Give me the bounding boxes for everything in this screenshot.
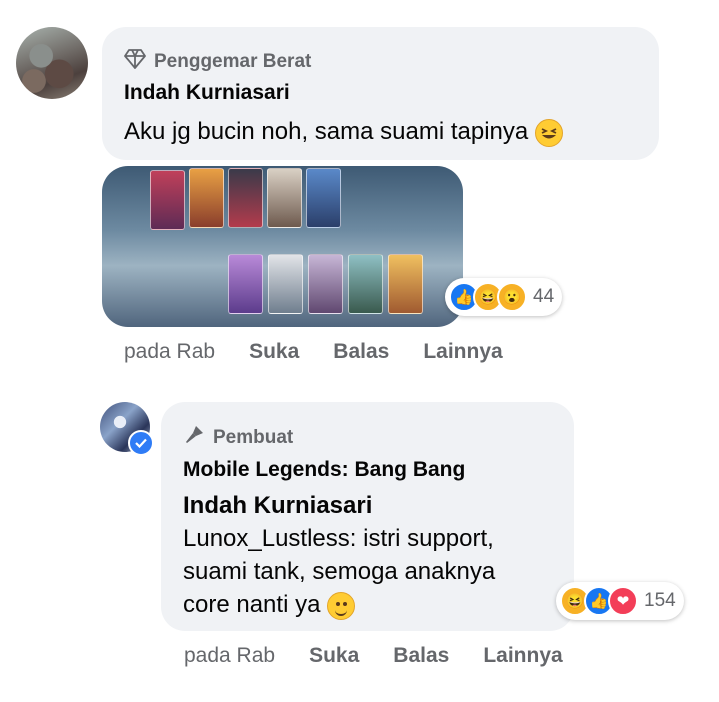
comment-actions: pada Rab Suka Balas Lainnya — [124, 340, 503, 364]
hero-card — [267, 168, 302, 228]
hero-card — [268, 254, 303, 314]
more-button[interactable]: Lainnya — [483, 644, 562, 668]
creator-badge[interactable]: Pembuat — [183, 424, 293, 452]
like-button[interactable]: Suka — [309, 644, 359, 668]
comment-actions: pada Rab Suka Balas Lainnya — [184, 644, 563, 668]
reaction-summary[interactable]: 😆 👍 ❤ 154 — [556, 582, 684, 620]
fan-badge[interactable]: Penggemar Berat — [124, 49, 311, 75]
hero-card — [189, 168, 224, 228]
hero-card — [228, 168, 263, 228]
badge-label: Pembuat — [213, 427, 294, 448]
comment-author[interactable]: Indah Kurniasari — [183, 492, 372, 520]
more-button[interactable]: Lainnya — [423, 340, 502, 364]
wow-icon: 😮 — [497, 282, 527, 312]
love-icon: ❤ — [608, 586, 638, 616]
comment-author[interactable]: Indah Kurniasari — [124, 81, 290, 105]
attached-game-screenshot[interactable] — [102, 166, 463, 327]
reply-bubble: Pembuat Mobile Legends: Bang Bang Indah … — [161, 402, 574, 631]
comment-text: Lunox_Lustless: istri support, suami tan… — [183, 522, 495, 621]
microphone-icon — [183, 424, 205, 452]
comment-time[interactable]: pada Rab — [124, 340, 215, 364]
hero-card — [308, 254, 343, 314]
reply-button[interactable]: Balas — [393, 644, 449, 668]
comment-line: Lunox_Lustless: istri support, — [183, 525, 494, 552]
hero-card — [348, 254, 383, 314]
hero-card — [388, 254, 423, 314]
comment-line-last: core nanti ya — [183, 588, 495, 621]
comment-bubble: Penggemar Berat Indah Kurniasari Aku jg … — [102, 27, 659, 160]
badge-label: Penggemar Berat — [154, 51, 312, 72]
reaction-count: 44 — [533, 286, 555, 307]
slightly-smiling-face-icon — [327, 591, 356, 620]
commenter-avatar[interactable] — [16, 27, 88, 99]
reaction-count: 154 — [644, 590, 676, 611]
comment-line: core nanti ya — [183, 591, 321, 618]
diamond-icon — [124, 49, 146, 75]
comment-time[interactable]: pada Rab — [184, 644, 275, 668]
comment-text: Aku jg bucin noh, sama suami tapinya — [124, 115, 563, 148]
comment-text-content: Aku jg bucin noh, sama suami tapinya — [124, 118, 529, 145]
comment-line: suami tank, semoga anaknya — [183, 558, 496, 585]
reply-button[interactable]: Balas — [333, 340, 389, 364]
hero-card — [150, 170, 185, 230]
grinning-squinting-face-icon — [534, 118, 563, 147]
page-name[interactable]: Mobile Legends: Bang Bang — [183, 458, 465, 482]
hero-card — [228, 254, 263, 314]
verified-badge-icon — [128, 430, 154, 456]
reaction-summary[interactable]: 👍 😆 😮 44 — [445, 278, 563, 316]
like-button[interactable]: Suka — [249, 340, 299, 364]
hero-card — [306, 168, 341, 228]
